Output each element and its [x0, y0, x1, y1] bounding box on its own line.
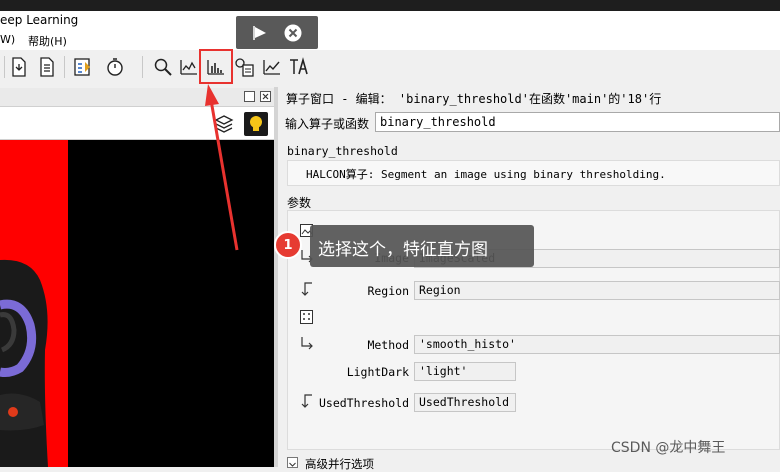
param-name-method: Method	[367, 338, 409, 352]
title-bar	[0, 11, 780, 31]
close-circle-icon[interactable]	[283, 23, 303, 43]
watermark: CSDN @龙中舞王	[611, 440, 726, 456]
gray-histogram-icon[interactable]	[178, 56, 200, 78]
annotation-arrow	[205, 84, 239, 251]
menu-help[interactable]: 帮助(H)	[28, 33, 67, 49]
undock-icon[interactable]	[244, 91, 255, 102]
control-param-icon	[300, 310, 313, 324]
operator-description: HALCON算子: Segment an image using binary …	[306, 168, 666, 181]
param-value-method[interactable]: 'smooth_histo'	[414, 335, 780, 354]
advanced-expand-icon[interactable]	[287, 457, 298, 468]
flag-icon[interactable]	[251, 24, 269, 42]
variable-inspect-icon[interactable]	[72, 56, 94, 78]
program-export-icon[interactable]	[8, 56, 30, 78]
window-title: eep Learning	[0, 13, 79, 27]
highlight-box	[199, 49, 233, 84]
toolbar-separator	[4, 56, 5, 78]
panel-close-icon[interactable]	[260, 91, 271, 102]
param-value-lightdark[interactable]: 'light'	[414, 362, 516, 381]
toolbar-separator	[142, 56, 143, 78]
operator-input-field[interactable]: binary_threshold	[375, 112, 780, 132]
feature-inspect-icon[interactable]	[233, 56, 255, 78]
param-name-region: Region	[367, 284, 409, 298]
operator-window-title: 算子窗口 - 编辑： 'binary_threshold'在函数'main'的'…	[286, 92, 662, 106]
os-top-strip	[0, 0, 780, 11]
menu-bar	[0, 31, 780, 50]
floating-control-bar	[236, 16, 318, 49]
parameters-label: 参数	[287, 196, 312, 210]
lightbulb-icon[interactable]	[244, 112, 268, 136]
operator-input-label: 输入算子或函数	[285, 117, 370, 131]
line-profile-icon[interactable]	[261, 56, 283, 78]
param-name-usedthreshold: UsedThreshold	[318, 396, 409, 410]
zoom-icon[interactable]	[152, 56, 174, 78]
param-name-lightdark: LightDark	[346, 365, 409, 379]
ocr-font-icon[interactable]	[288, 56, 310, 78]
stopwatch-icon[interactable]	[104, 56, 126, 78]
param-value-region[interactable]: Region	[414, 281, 780, 300]
step-badge: 1	[274, 231, 302, 259]
toolbar-separator	[64, 56, 65, 78]
document-list-icon[interactable]	[36, 56, 58, 78]
callout-text: 选择这个，特征直方图	[318, 240, 488, 260]
operator-name: binary_threshold	[287, 144, 398, 158]
advanced-options-label[interactable]: 高级并行选项	[305, 456, 374, 472]
menu-window[interactable]: W)	[0, 33, 15, 46]
param-value-usedthreshold[interactable]: UsedThreshold	[414, 393, 516, 412]
